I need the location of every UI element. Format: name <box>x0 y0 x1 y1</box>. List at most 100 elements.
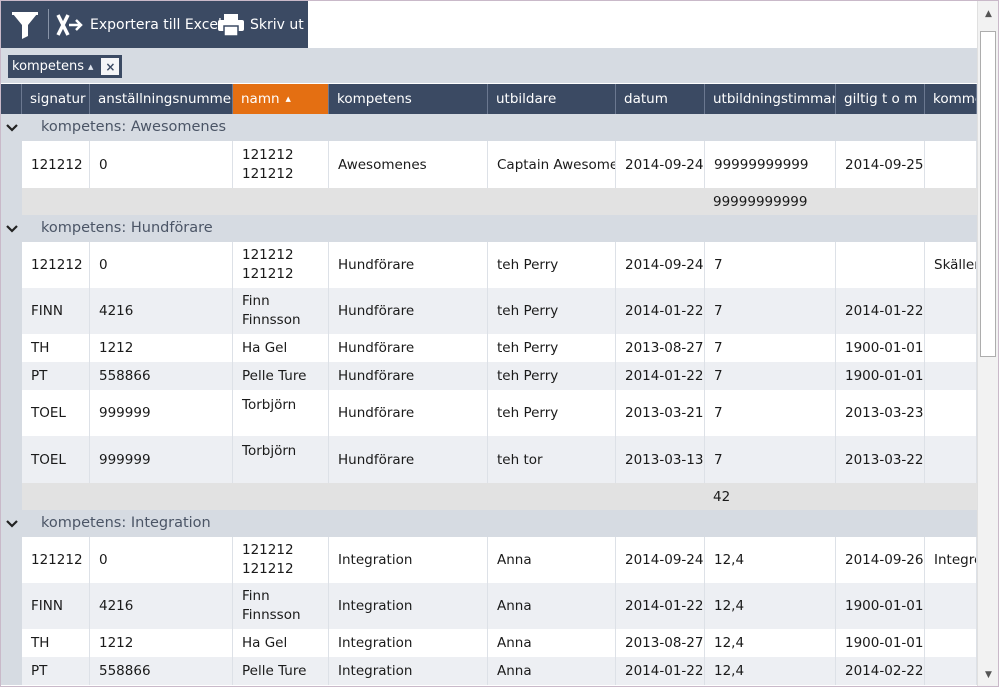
cell-datum: 2013-08-27 <box>616 334 705 362</box>
cell-namn: 121212 121212 <box>233 141 329 188</box>
cell-giltig-tom: 2014-09-25 <box>836 141 925 188</box>
cell-utbildningstimmar: 7 <box>705 242 836 288</box>
cell-utbildningstimmar: 7 <box>705 288 836 334</box>
table-row[interactable]: PT 558866 Pelle Ture Hundförare teh Perry 201… <box>1 362 977 390</box>
column-header-kompetens[interactable]: kompetens <box>329 84 488 114</box>
row-indent <box>1 537 22 583</box>
group-chip-kompetens[interactable]: kompetens ▲ × <box>8 55 123 78</box>
cell-kommentar <box>925 583 977 629</box>
cell-datum: 2014-09-24 <box>616 141 705 188</box>
group-panel: kompetens ▲ × <box>1 48 977 83</box>
table-row[interactable]: 121212 0 121212 121212 Hundförare teh Perry 20… <box>1 242 977 288</box>
column-header-label: utbildare <box>496 91 557 107</box>
cell-giltig-tom: 1900-01-01 <box>836 583 925 629</box>
column-header-kommentar[interactable]: komme <box>925 84 977 114</box>
group-footer: 42 <box>1 483 977 510</box>
remove-group-button[interactable]: × <box>101 58 120 75</box>
header-indent <box>1 84 22 114</box>
group-header[interactable]: kompetens: Integration <box>1 510 977 537</box>
column-header-utbildningstimmar[interactable]: utbildningstimmar <box>705 84 836 114</box>
export-excel-button[interactable]: Exportera till Excel <box>55 1 222 48</box>
chevron-down-icon[interactable] <box>5 514 19 534</box>
cell-giltig-tom: 2013-03-22 <box>836 436 925 483</box>
cell-anstallningsnummer: 4216 <box>90 288 233 334</box>
scroll-down-arrow-icon[interactable]: ▼ <box>978 666 998 684</box>
column-header-signatur[interactable]: signatur <box>22 84 90 114</box>
column-header-utbildare[interactable]: utbildare <box>488 84 616 114</box>
filter-button[interactable] <box>9 1 41 48</box>
chevron-down-icon[interactable] <box>5 219 19 239</box>
scroll-up-arrow-icon[interactable]: ▲ <box>978 5 998 23</box>
table-row[interactable]: PT 558866 Pelle Ture Integration Anna 2014-01… <box>1 657 977 685</box>
cell-utbildare: Anna <box>488 657 616 685</box>
cell-namn-line: Torbjörn <box>242 443 297 459</box>
cell-kompetens: Integration <box>329 537 488 583</box>
cell-datum: 2013-03-21 <box>616 390 705 436</box>
cell-giltig-tom: 2013-03-23 <box>836 390 925 436</box>
table-row[interactable]: TOEL 999999 Torbjörn Hundförare teh Perry 201… <box>1 390 977 436</box>
cell-kommentar <box>925 629 977 657</box>
group-total-utbildningstimmar: 99999999999 <box>713 193 808 210</box>
cell-datum: 2013-08-27 <box>616 629 705 657</box>
cell-namn-line: 121212 <box>242 146 294 163</box>
vertical-scrollbar[interactable]: ▲ ▼ <box>977 1 998 686</box>
cell-datum: 2014-01-22 <box>616 288 705 334</box>
row-indent <box>1 141 22 188</box>
table-row[interactable]: TH 1212 Ha Gel Hundförare teh Perry 2013-08-2… <box>1 334 977 362</box>
cell-giltig-tom: 1900-01-01 <box>836 629 925 657</box>
cell-datum: 2014-09-24 <box>616 537 705 583</box>
cell-anstallningsnummer: 0 <box>90 141 233 188</box>
toolbar: Exportera till Excel Skriv ut <box>1 1 308 48</box>
cell-anstallningsnummer: 558866 <box>90 362 233 390</box>
group-header-title: kompetens: Awesomenes <box>41 119 227 135</box>
column-header-anstallningsnummer[interactable]: anställningsnummer <box>90 84 233 114</box>
sort-ascending-icon: ▲ <box>88 62 94 71</box>
cell-utbildningstimmar: 7 <box>705 362 836 390</box>
row-indent <box>1 288 22 334</box>
group-header-title: kompetens: Hundförare <box>41 220 213 236</box>
table-row[interactable]: 121212 0 121212 121212 Integration Anna 2014-0… <box>1 537 977 583</box>
cell-kommentar <box>925 657 977 685</box>
table-row[interactable]: FINN 4216 Finn Finnsson Integration Anna 2014-… <box>1 583 977 629</box>
cell-utbildningstimmar: 7 <box>705 334 836 362</box>
cell-utbildningstimmar: 7 <box>705 436 836 483</box>
cell-kompetens: Hundförare <box>329 436 488 483</box>
scrollbar-thumb[interactable] <box>980 31 996 357</box>
table-row[interactable]: TH 1212 Ha Gel Integration Anna 2013-08-27 12,… <box>1 629 977 657</box>
cell-signatur: 121212 <box>22 242 90 288</box>
group-header[interactable]: kompetens: Awesomenes <box>1 114 977 141</box>
column-header-label: utbildningstimmar <box>713 91 836 107</box>
cell-kompetens: Hundförare <box>329 362 488 390</box>
cell-signatur: 121212 <box>22 537 90 583</box>
group-header[interactable]: kompetens: Hundförare <box>1 215 977 242</box>
table-row[interactable]: TOEL 999999 Torbjörn Hundförare teh tor 2013-… <box>1 436 977 483</box>
sort-ascending-icon: ▲ <box>285 95 291 103</box>
column-header-namn[interactable]: namn ▲ <box>233 84 329 114</box>
column-header-giltig-tom[interactable]: giltig t o m <box>836 84 925 114</box>
row-indent <box>1 436 22 483</box>
cell-kommentar: Skäller <box>925 242 977 288</box>
cell-kompetens: Awesomenes <box>329 141 488 188</box>
cell-anstallningsnummer: 558866 <box>90 657 233 685</box>
chevron-down-icon[interactable] <box>5 118 19 138</box>
table-row[interactable]: FINN 4216 Finn Finnsson Hundförare teh Perry 2… <box>1 288 977 334</box>
cell-anstallningsnummer: 999999 <box>90 436 233 483</box>
toolbar-separator <box>48 9 49 39</box>
cell-namn: 121212 121212 <box>233 537 329 583</box>
column-header-label: kompetens <box>337 91 412 107</box>
export-excel-label: Exportera till Excel <box>90 16 222 33</box>
cell-namn-line: Finn <box>242 588 270 604</box>
cell-datum: 2014-01-22 <box>616 583 705 629</box>
print-button[interactable]: Skriv ut <box>217 1 304 48</box>
cell-giltig-tom: 1900-01-01 <box>836 362 925 390</box>
table-row[interactable]: 121212 0 121212 121212 Awesomenes Captain Awe… <box>1 141 977 188</box>
cell-namn-line: 121212 <box>242 542 294 558</box>
column-header-datum[interactable]: datum <box>616 84 705 114</box>
row-indent <box>1 334 22 362</box>
cell-utbildare: teh Perry <box>488 288 616 334</box>
cell-signatur: PT <box>22 657 90 685</box>
cell-namn-line: 121212 <box>242 561 294 577</box>
cell-namn: Torbjörn <box>233 436 329 483</box>
cell-utbildningstimmar: 7 <box>705 390 836 436</box>
cell-kompetens: Integration <box>329 657 488 685</box>
